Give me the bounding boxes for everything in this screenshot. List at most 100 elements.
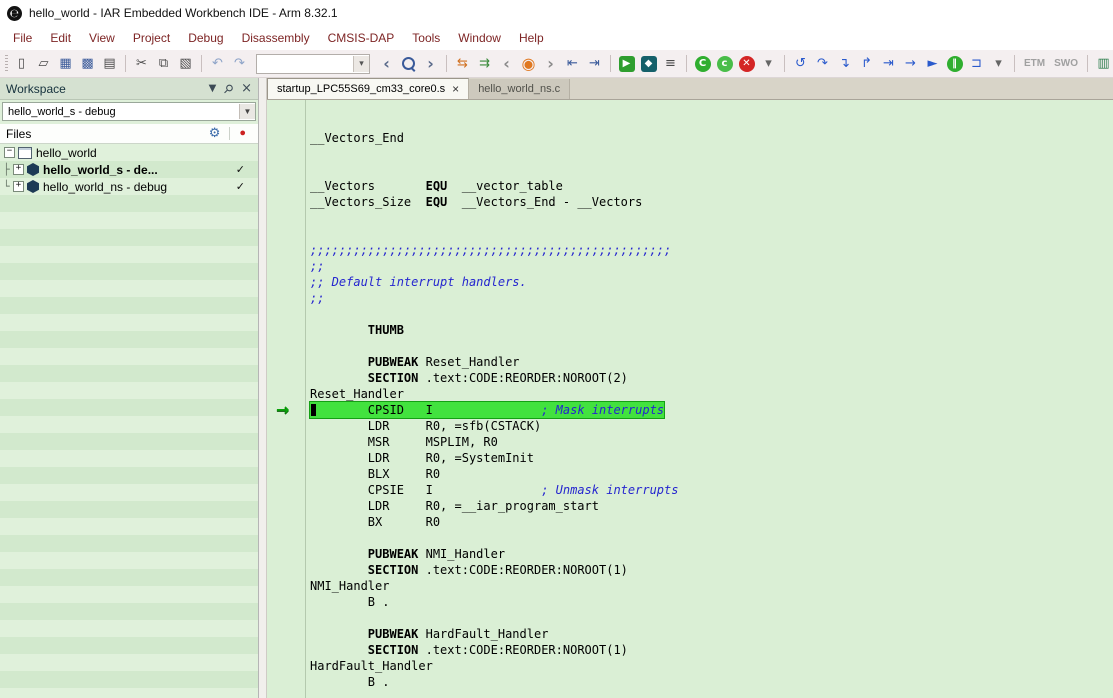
next-statement-button[interactable]: ⇥ <box>878 53 899 74</box>
build-config-select[interactable]: hello_world_s - debug ▼ <box>2 102 256 121</box>
menu-item-file[interactable]: File <box>4 28 41 48</box>
code-line[interactable] <box>310 306 1113 322</box>
code-line[interactable]: B . <box>310 674 1113 690</box>
expander-plus-icon[interactable]: + <box>13 164 24 175</box>
menu-item-edit[interactable]: Edit <box>41 28 80 48</box>
step-into-button[interactable]: ↴ <box>834 53 855 74</box>
menu-item-view[interactable]: View <box>80 28 124 48</box>
code-line[interactable]: ;; <box>310 258 1113 274</box>
print-button[interactable]: ▤ <box>99 53 120 74</box>
tab-startup-lpc55s69-cm33-core0-s[interactable]: startup_LPC55S69_cm33_core0.s× <box>267 78 469 99</box>
etm-button[interactable]: ETM <box>1020 58 1049 69</box>
tree-row[interactable]: ├+hello_world_s - de...✓ <box>0 161 258 178</box>
code-line[interactable]: SECTION .text:CODE:REORDER:NOROOT(1) <box>310 562 1113 578</box>
build-options-caret-button[interactable]: ▾ <box>758 53 779 74</box>
panel-menu-icon[interactable]: ▼ <box>209 83 217 94</box>
expander-minus-icon[interactable]: − <box>4 147 15 158</box>
make-button[interactable]: ≡ <box>660 53 681 74</box>
code-line[interactable]: LDR R0, =__iar_program_start <box>310 498 1113 514</box>
code-line[interactable] <box>310 146 1113 162</box>
tree-row[interactable]: └+hello_world_ns - debug✓ <box>0 178 258 195</box>
swo-button[interactable]: SWO <box>1050 58 1082 69</box>
replace-button[interactable]: ⇆ <box>452 53 473 74</box>
find-previous-button[interactable]: ‹ <box>376 53 397 74</box>
gear-icon[interactable]: ⚙ <box>209 127 221 140</box>
step-out-button[interactable]: ↱ <box>856 53 877 74</box>
menu-item-cmsis-dap[interactable]: CMSIS-DAP <box>319 28 404 48</box>
close-panel-icon[interactable]: × <box>241 81 252 96</box>
debug-without-downloading-button[interactable]: ◆ <box>638 53 659 74</box>
c-stat-clear-button[interactable]: c <box>714 53 735 74</box>
redo-button[interactable]: ↷ <box>229 53 250 74</box>
menu-item-disassembly[interactable]: Disassembly <box>233 28 319 48</box>
code-line[interactable]: __Vectors_Size EQU __Vectors_End - __Vec… <box>310 194 1113 210</box>
code-line[interactable]: LDR R0, =sfb(CSTACK) <box>310 418 1113 434</box>
menu-item-tools[interactable]: Tools <box>403 28 449 48</box>
code-line[interactable]: CPSIE I ; Unmask interrupts <box>310 482 1113 498</box>
save-button[interactable]: ▦ <box>55 53 76 74</box>
paste-button[interactable]: ▧ <box>175 53 196 74</box>
pin-icon[interactable]: ⚲ <box>221 80 237 96</box>
code-line[interactable]: __Vectors_End <box>310 130 1113 146</box>
new-document-button[interactable]: ▯ <box>11 53 32 74</box>
menu-item-help[interactable]: Help <box>510 28 553 48</box>
code-line[interactable]: PUBWEAK NMI_Handler <box>310 546 1113 562</box>
code-line[interactable] <box>310 162 1113 178</box>
code-line[interactable] <box>310 114 1113 130</box>
open-header-file-button[interactable]: ⇤ <box>562 53 583 74</box>
code-line[interactable] <box>310 226 1113 242</box>
code-line[interactable]: ;;;;;;;;;;;;;;;;;;;;;;;;;;;;;;;;;;;;;;;;… <box>310 242 1113 258</box>
break-button[interactable]: ‖ <box>944 53 965 74</box>
expander-plus-icon[interactable]: + <box>13 181 24 192</box>
undo-button[interactable]: ↶ <box>207 53 228 74</box>
code-line[interactable]: LDR R0, =SystemInit <box>310 450 1113 466</box>
code-line[interactable]: PUBWEAK Reset_Handler <box>310 354 1113 370</box>
code-line[interactable]: B . <box>310 594 1113 610</box>
close-tab-icon[interactable]: × <box>452 83 459 95</box>
find-button[interactable] <box>398 53 419 74</box>
go-button[interactable]: ► <box>922 53 943 74</box>
step-over-button[interactable]: ↷ <box>812 53 833 74</box>
code-line[interactable]: __Vectors EQU __vector_table <box>310 178 1113 194</box>
code-line[interactable] <box>310 210 1113 226</box>
debug-options-caret-button[interactable]: ▾ <box>988 53 1009 74</box>
save-all-button[interactable]: ▩ <box>77 53 98 74</box>
reset-button[interactable]: ↺ <box>790 53 811 74</box>
find-next-button[interactable]: › <box>420 53 441 74</box>
menu-item-project[interactable]: Project <box>124 28 179 48</box>
c-stat-analyze-button[interactable]: C <box>692 53 713 74</box>
download-and-debug-button[interactable]: ▶ <box>616 53 637 74</box>
code-line[interactable]: BLX R0 <box>310 466 1113 482</box>
code-line[interactable]: ;; <box>310 290 1113 306</box>
prev-bookmark-button[interactable]: ‹ <box>496 53 517 74</box>
toggle-breakpoint-button[interactable]: ◉ <box>518 53 539 74</box>
open-file-button[interactable]: ▱ <box>33 53 54 74</box>
copy-button[interactable]: ⧉ <box>153 53 174 74</box>
stop-debugging-button[interactable]: ⊐ <box>966 53 987 74</box>
trace-grid-button[interactable]: ▥ <box>1093 53 1113 74</box>
stop-build-button[interactable]: ✕ <box>736 53 757 74</box>
menu-item-debug[interactable]: Debug <box>179 28 232 48</box>
next-bookmark-button[interactable]: › <box>540 53 561 74</box>
code-line[interactable]: BX R0 <box>310 514 1113 530</box>
code-line[interactable]: ;; Default interrupt handlers. <box>310 274 1113 290</box>
editor-gutter[interactable]: → <box>267 100 306 698</box>
tree-row[interactable]: −hello_world <box>0 144 258 161</box>
code-line[interactable]: Reset_Handler <box>310 386 1113 402</box>
code-line[interactable] <box>310 338 1113 354</box>
cut-button[interactable]: ✂ <box>131 53 152 74</box>
code-line[interactable]: MSR MSPLIM, R0 <box>310 434 1113 450</box>
code-line[interactable] <box>310 530 1113 546</box>
tab-hello-world-ns-c[interactable]: hello_world_ns.c <box>469 79 570 99</box>
code-line[interactable]: NMI_Handler <box>310 578 1113 594</box>
code-line[interactable]: SECTION .text:CODE:REORDER:NOROOT(2) <box>310 370 1113 386</box>
code-line[interactable]: CPSID I ; Mask interrupts <box>310 402 1113 418</box>
code-line[interactable] <box>310 610 1113 626</box>
find-combo[interactable]: ▾ <box>256 54 370 74</box>
panel-splitter[interactable] <box>259 78 267 698</box>
code-line[interactable]: SECTION .text:CODE:REORDER:NOROOT(1) <box>310 642 1113 658</box>
code-area[interactable]: __Vectors_End __Vectors EQU __vector_tabl… <box>306 100 1113 698</box>
goto-line-button[interactable]: ⇉ <box>474 53 495 74</box>
code-line[interactable]: HardFault_Handler <box>310 658 1113 674</box>
goto-definition-button[interactable]: ⇥ <box>584 53 605 74</box>
